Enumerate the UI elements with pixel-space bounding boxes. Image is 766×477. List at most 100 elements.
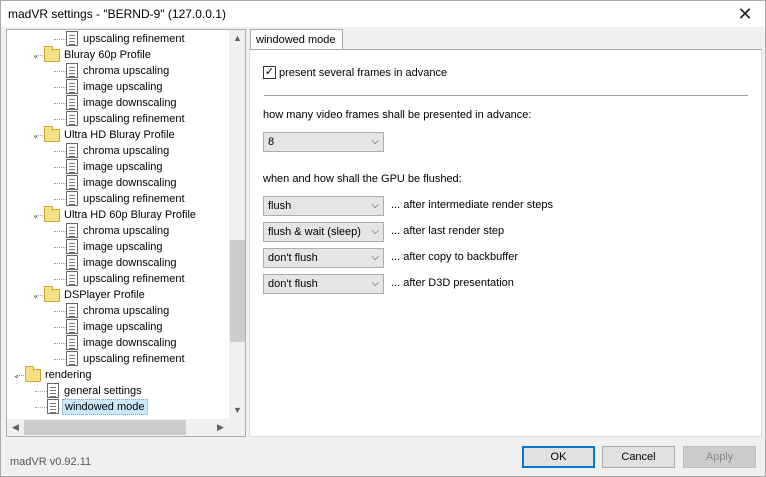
tree-connector: [54, 263, 66, 264]
scroll-up-icon[interactable]: ▲: [229, 30, 245, 47]
tree-item-label[interactable]: image upscaling: [81, 160, 165, 174]
tab-windowed-mode[interactable]: windowed mode: [250, 29, 343, 50]
tree-page-node[interactable]: windowed mode: [7, 399, 227, 415]
tree-item-label[interactable]: image downscaling: [81, 176, 179, 190]
tree-item-label[interactable]: general settings: [62, 384, 144, 398]
present-frames-checkbox[interactable]: ✓: [263, 66, 276, 79]
tree-page-node[interactable]: upscaling refinement: [7, 111, 227, 127]
tree-connector: [54, 279, 66, 280]
expand-toggle-icon[interactable]: ⌄: [12, 371, 21, 380]
tree-page-node[interactable]: chroma upscaling: [7, 223, 227, 239]
title-bar: madVR settings - "BERND-9" (127.0.0.1) ✕: [1, 1, 765, 27]
tree-connector: [54, 231, 66, 232]
tree-item-label[interactable]: image upscaling: [81, 240, 165, 254]
tree-item-label[interactable]: image upscaling: [81, 80, 165, 94]
tree-horizontal-scrollbar[interactable]: ◀ ▶: [7, 419, 229, 436]
settings-page-icon: [66, 63, 78, 78]
tree-item-label[interactable]: image downscaling: [81, 336, 179, 350]
tree-folder-node[interactable]: ⌄ rendering: [7, 366, 227, 383]
present-frames-row[interactable]: ✓ present several frames in advance: [263, 66, 447, 79]
tree-item-label[interactable]: image upscaling: [81, 320, 165, 334]
tree-connector: [54, 327, 66, 328]
flush-intermediate-label: ... after intermediate render steps: [391, 199, 554, 211]
tree-item-label[interactable]: chroma upscaling: [81, 304, 171, 318]
settings-page-icon: [66, 351, 78, 366]
hscroll-thumb[interactable]: [24, 420, 186, 435]
flush-last-step-select[interactable]: flush & wait (sleep) ⌵: [263, 222, 384, 242]
tree-page-node[interactable]: general settings: [7, 383, 227, 399]
settings-page-icon: [66, 95, 78, 110]
tree-item-label[interactable]: image downscaling: [81, 256, 179, 270]
tree-connector: [54, 359, 66, 360]
tree-folder-node[interactable]: ⌄ DSPlayer Profile: [7, 286, 227, 303]
settings-page-icon: [66, 159, 78, 174]
settings-page-icon: [66, 191, 78, 206]
flush-intermediate-select[interactable]: flush ⌵: [263, 196, 384, 216]
tree-page-node[interactable]: upscaling refinement: [7, 31, 227, 47]
tree-connector: [35, 391, 47, 392]
tree-item-label[interactable]: upscaling refinement: [81, 192, 187, 206]
tree-item-label[interactable]: chroma upscaling: [81, 144, 171, 158]
expand-toggle-icon[interactable]: ⌄: [31, 211, 40, 220]
cancel-button[interactable]: Cancel: [602, 446, 675, 468]
folder-icon: [44, 46, 60, 62]
tree-item-label[interactable]: upscaling refinement: [81, 352, 187, 366]
tree-page-node[interactable]: image upscaling: [7, 319, 227, 335]
tree-folder-node[interactable]: ⌄ Ultra HD 60p Bluray Profile: [7, 206, 227, 223]
tree-page-node[interactable]: chroma upscaling: [7, 303, 227, 319]
window-title: madVR settings - "BERND-9" (127.0.0.1): [8, 7, 226, 21]
folder-icon: [44, 286, 60, 302]
tree-vertical-scrollbar[interactable]: ▲ ▼: [229, 30, 245, 419]
tree-page-node[interactable]: image downscaling: [7, 175, 227, 191]
tree-page-node[interactable]: image downscaling: [7, 95, 227, 111]
tree-page-node[interactable]: upscaling refinement: [7, 351, 227, 367]
flush-backbuffer-select[interactable]: don't flush ⌵: [263, 248, 384, 268]
tree-item-label[interactable]: upscaling refinement: [81, 112, 187, 126]
tree-connector: [54, 199, 66, 200]
close-icon: ✕: [737, 3, 753, 24]
tree-connector: [54, 87, 66, 88]
ok-button[interactable]: OK: [522, 446, 595, 468]
tree-item-label[interactable]: upscaling refinement: [81, 32, 187, 46]
tree-page-node[interactable]: image upscaling: [7, 159, 227, 175]
tree-page-node[interactable]: image upscaling: [7, 239, 227, 255]
flush-d3d-select[interactable]: don't flush ⌵: [263, 274, 384, 294]
flush-question-label: when and how shall the GPU be flushed:: [263, 173, 462, 185]
tree-item-label[interactable]: rendering: [43, 368, 93, 382]
close-button[interactable]: ✕: [725, 1, 765, 27]
settings-page-icon: [66, 255, 78, 270]
tree-folder-node[interactable]: ⌄ Bluray 60p Profile: [7, 46, 227, 63]
settings-page-icon: [66, 31, 78, 46]
tree-page-node[interactable]: image upscaling: [7, 79, 227, 95]
apply-button[interactable]: Apply: [683, 446, 756, 468]
expand-toggle-icon[interactable]: ⌄: [31, 291, 40, 300]
tree-page-node[interactable]: chroma upscaling: [7, 63, 227, 79]
tree-item-label[interactable]: image downscaling: [81, 96, 179, 110]
scroll-right-icon[interactable]: ▶: [212, 419, 229, 436]
tree-page-node[interactable]: upscaling refinement: [7, 271, 227, 287]
tree-item-label[interactable]: windowed mode: [62, 399, 148, 415]
tree-item-label[interactable]: chroma upscaling: [81, 224, 171, 238]
tree-connector: [35, 407, 47, 408]
expand-toggle-icon[interactable]: ⌄: [31, 131, 40, 140]
tree-connector: [54, 247, 66, 248]
tree-item-label[interactable]: DSPlayer Profile: [62, 288, 147, 302]
tree-item-label[interactable]: upscaling refinement: [81, 272, 187, 286]
expand-toggle-icon[interactable]: ⌄: [31, 51, 40, 60]
tree-page-node[interactable]: upscaling refinement: [7, 191, 227, 207]
scroll-thumb[interactable]: [230, 240, 245, 342]
tree-item-label[interactable]: chroma upscaling: [81, 64, 171, 78]
scroll-down-icon[interactable]: ▼: [229, 402, 245, 419]
settings-tree[interactable]: upscaling refinement ⌄ Bluray 60p Profile c…: [6, 29, 246, 437]
tree-item-label[interactable]: Ultra HD Bluray Profile: [62, 128, 177, 142]
scroll-left-icon[interactable]: ◀: [7, 419, 24, 436]
tree-page-node[interactable]: image downscaling: [7, 255, 227, 271]
tree-page-node[interactable]: image downscaling: [7, 335, 227, 351]
frames-in-advance-select[interactable]: 8 ⌵: [263, 132, 384, 152]
tree-page-node[interactable]: chroma upscaling: [7, 143, 227, 159]
present-frames-label[interactable]: present several frames in advance: [279, 67, 447, 79]
chevron-down-icon: ⌵: [371, 226, 379, 237]
tree-item-label[interactable]: Ultra HD 60p Bluray Profile: [62, 208, 198, 222]
tree-item-label[interactable]: Bluray 60p Profile: [62, 48, 153, 62]
tree-folder-node[interactable]: ⌄ Ultra HD Bluray Profile: [7, 126, 227, 143]
